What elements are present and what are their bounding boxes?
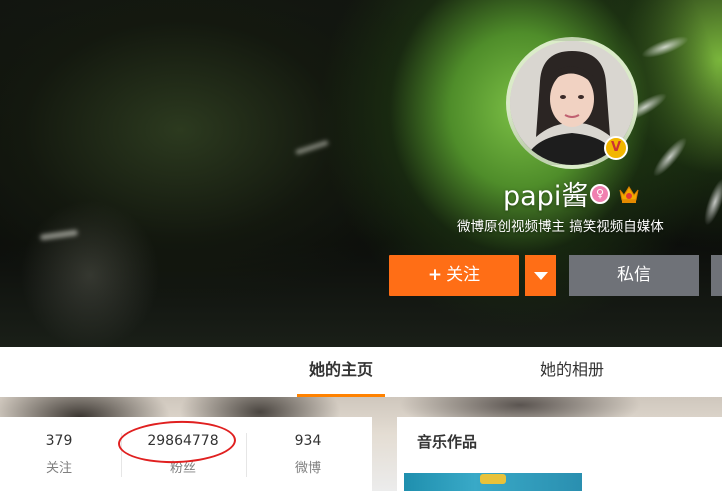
dandelion-seed <box>639 31 691 63</box>
music-logo-icon <box>480 474 506 484</box>
profile-name: papi酱 <box>503 181 589 212</box>
profile-tabbar: 她的主页 她的相册 <box>0 347 722 397</box>
message-button[interactable]: 私信 <box>569 255 699 296</box>
music-card-title: 音乐作品 <box>417 433 478 451</box>
cover-background-highlight <box>295 139 329 156</box>
stat-posts[interactable]: 934 微博 <box>246 417 370 476</box>
chevron-down-icon <box>534 272 548 280</box>
plus-icon: + <box>427 265 443 285</box>
stat-value: 934 <box>294 433 322 449</box>
female-icon: ♀ <box>590 184 610 204</box>
stat-label: 关注 <box>45 461 72 476</box>
dandelion-seed <box>648 133 692 181</box>
cover-background-blur <box>20 200 160 347</box>
dandelion-seed <box>699 176 722 228</box>
tab-album[interactable]: 她的相册 <box>528 347 616 397</box>
stat-value: 379 <box>45 433 73 449</box>
profile-bio: 微博原创视频博主 搞笑视频自媒体 <box>457 219 664 235</box>
music-thumbnail[interactable] <box>404 473 582 491</box>
verified-badge-icon: V <box>604 136 628 160</box>
follow-button[interactable]: + 关注 <box>389 255 519 296</box>
follow-label: 关注 <box>446 265 481 285</box>
more-actions-button[interactable] <box>711 255 722 296</box>
tab-home[interactable]: 她的主页 <box>297 347 385 397</box>
crown-icon[interactable] <box>618 183 640 205</box>
follow-options-button[interactable] <box>525 255 556 296</box>
stat-following[interactable]: 379 关注 <box>0 417 121 476</box>
stat-label: 微博 <box>294 461 321 476</box>
music-card: 音乐作品 <box>397 417 722 491</box>
